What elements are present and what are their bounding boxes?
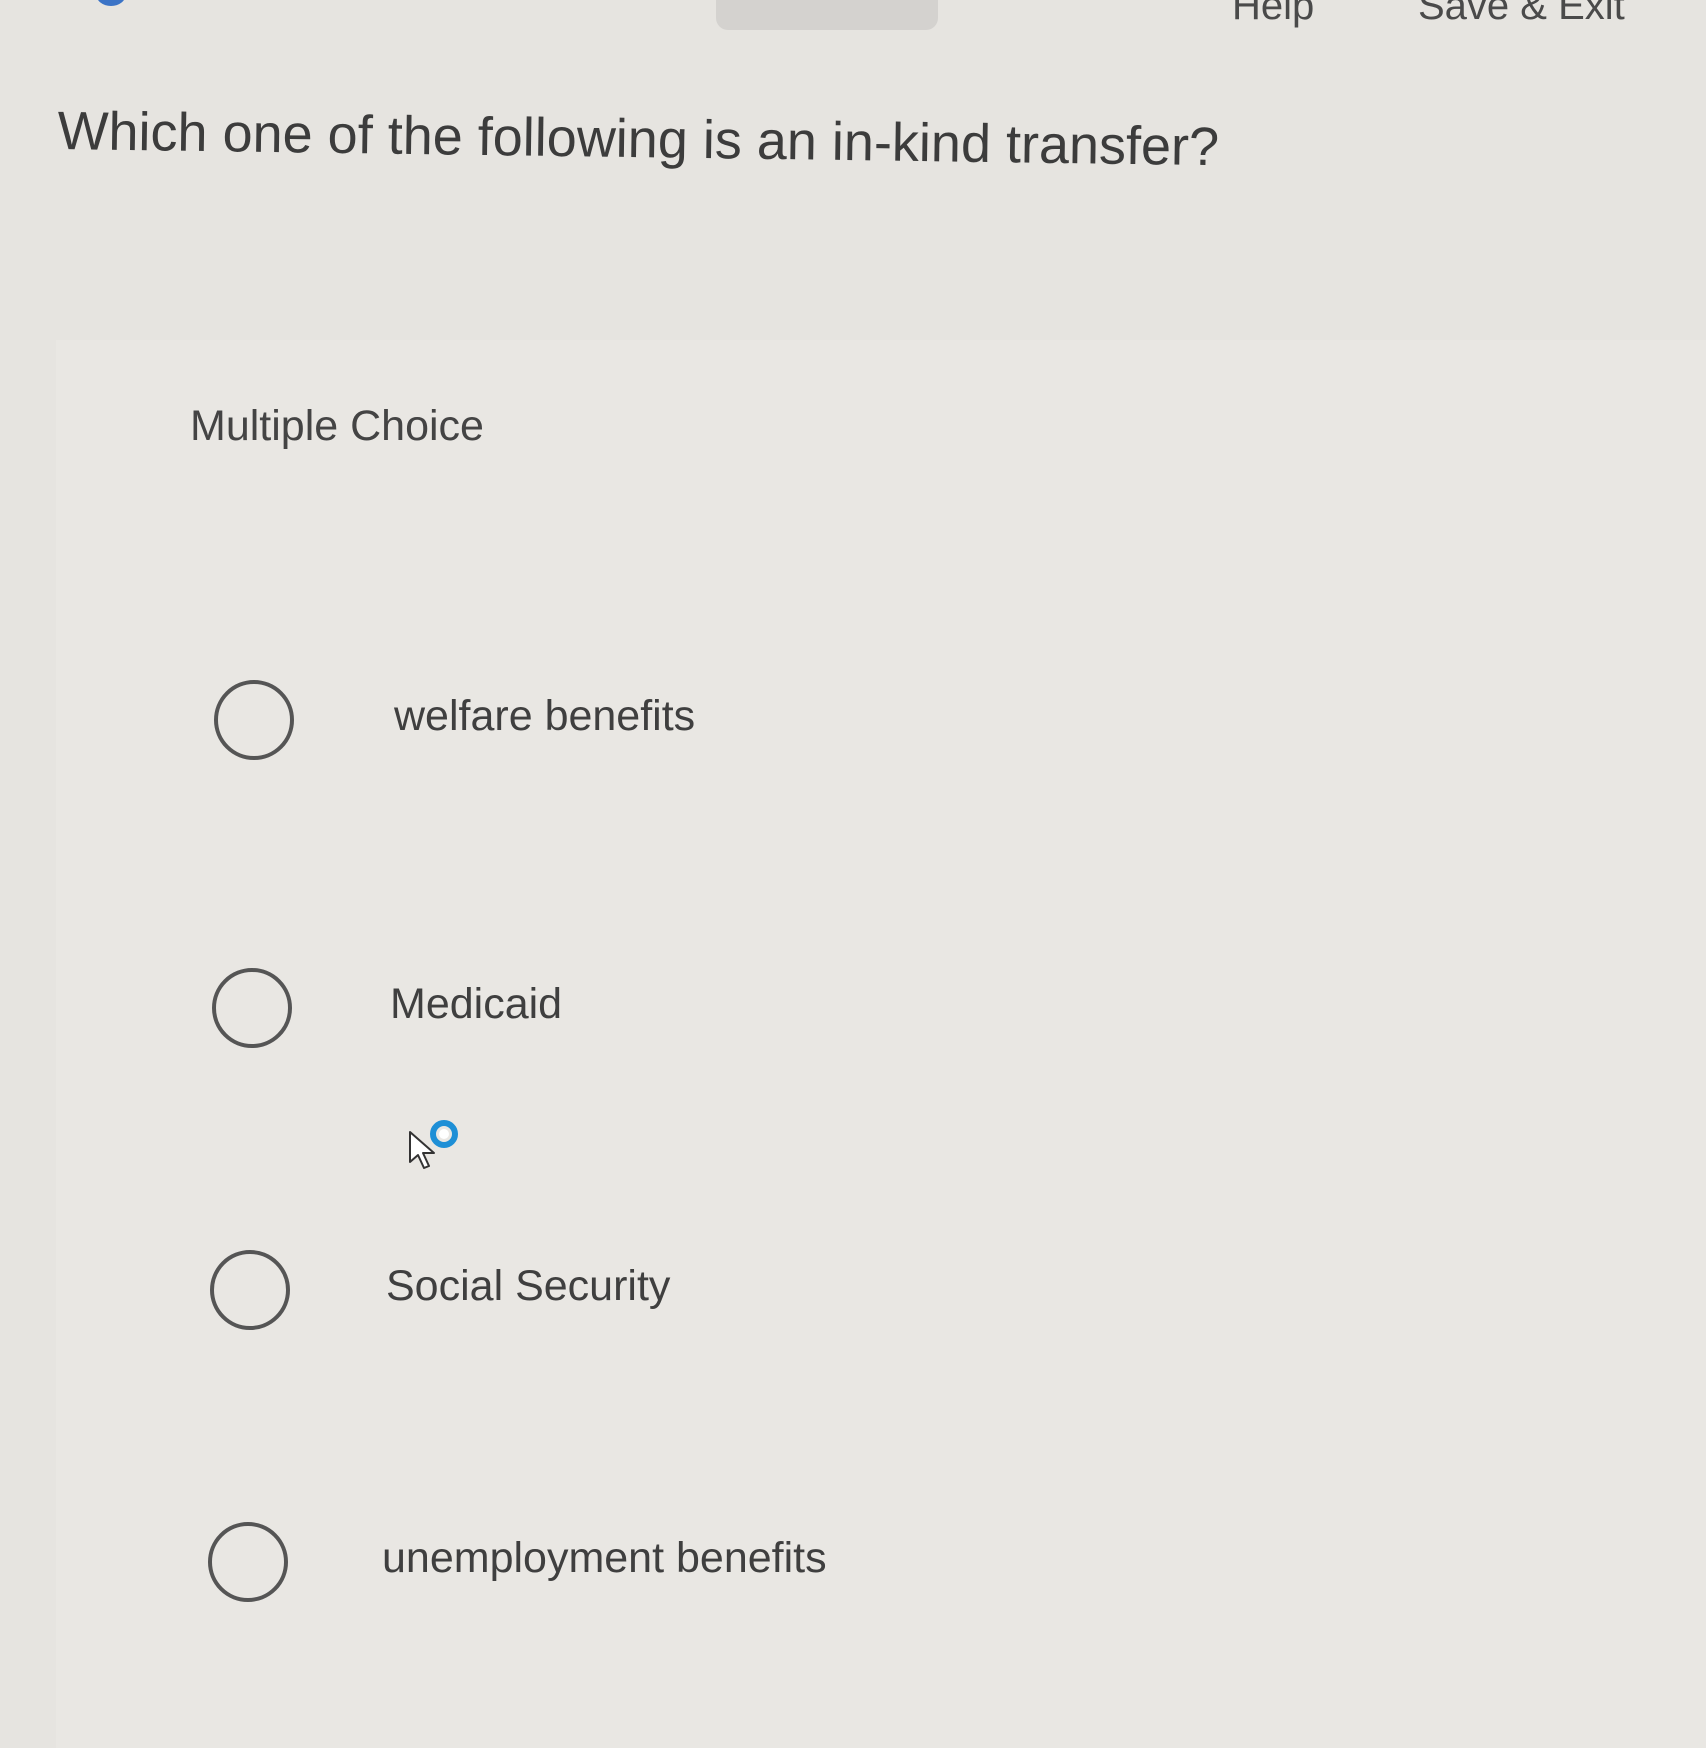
multiple-choice-panel: Multiple Choice welfare benefits Medicai…: [56, 340, 1706, 1748]
radio-button[interactable]: [208, 1522, 288, 1602]
radio-button[interactable]: [214, 680, 294, 760]
save-exit-link[interactable]: Save & Exit: [1418, 0, 1625, 29]
choice-option-medicaid[interactable]: Medicaid: [212, 968, 1112, 1058]
top-center-control[interactable]: [716, 0, 938, 30]
radio-button[interactable]: [210, 1250, 290, 1330]
choice-option-label: welfare benefits: [394, 692, 696, 740]
choice-option-social-security[interactable]: Social Security: [210, 1250, 1110, 1340]
multiple-choice-label: Multiple Choice: [190, 402, 484, 450]
choice-option-label: Social Security: [386, 1262, 671, 1310]
choice-option-label: unemployment benefits: [382, 1534, 827, 1582]
mouse-cursor-icon: [409, 1120, 458, 1169]
question-text: Which one of the following is an in-kind…: [57, 100, 1220, 178]
choice-option-label: Medicaid: [390, 980, 563, 1028]
top-bar: Help Save & Exit: [0, 0, 1706, 40]
choice-option-welfare-benefits[interactable]: welfare benefits: [214, 680, 1114, 770]
help-link[interactable]: Help: [1232, 0, 1314, 29]
progress-indicator-icon: [96, 0, 126, 6]
choice-option-unemployment-benefits[interactable]: unemployment benefits: [208, 1522, 1108, 1612]
radio-button[interactable]: [212, 968, 292, 1048]
